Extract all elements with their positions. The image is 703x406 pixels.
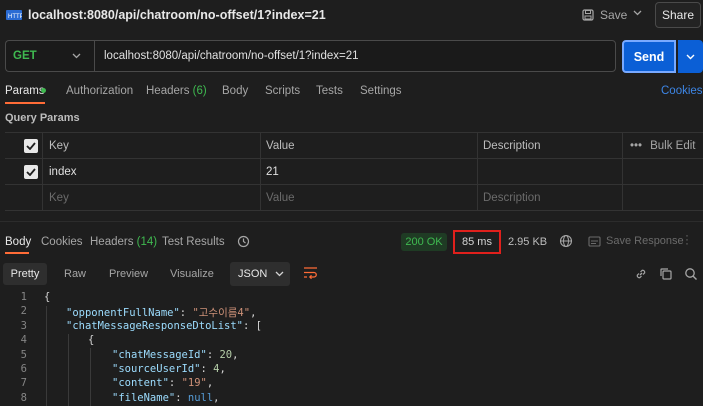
- tab-headers-count: (6): [192, 85, 207, 97]
- response-headers-label: Headers: [90, 236, 134, 248]
- divider: [0, 221, 703, 222]
- line-number: 6: [20, 363, 27, 375]
- code-line: 1 {: [0, 291, 703, 305]
- tab-tests[interactable]: Tests: [316, 85, 343, 97]
- code-text: "content": "19",: [112, 377, 214, 390]
- send-options-button[interactable]: [678, 40, 703, 73]
- code-line: 4 {: [0, 334, 703, 348]
- code-text: {: [44, 291, 51, 303]
- param-value[interactable]: 21: [266, 159, 279, 185]
- search-icon[interactable]: [684, 267, 698, 281]
- line-number: 8: [20, 391, 27, 404]
- line-number: 5: [20, 348, 27, 361]
- history-icon[interactable]: [237, 235, 250, 248]
- url-value: localhost:8080/api/chatroom/no-offset/1?…: [104, 50, 359, 62]
- code-text: "opponentFullName": "고수이름4",: [66, 307, 257, 320]
- more-icon: •••: [630, 140, 643, 152]
- new-key-input[interactable]: Key: [49, 185, 69, 211]
- tab-body[interactable]: Body: [222, 85, 248, 97]
- code-line: 2 "opponentFullName": "고수이름4",: [0, 305, 703, 319]
- code-text: "sourceUserId": 4,: [112, 363, 226, 375]
- format-visualize[interactable]: Visualize: [170, 268, 214, 280]
- table-row-empty: Key Value Description: [5, 185, 703, 211]
- language-select[interactable]: JSON: [230, 262, 290, 286]
- language-label: JSON: [238, 268, 268, 280]
- response-tab-cookies[interactable]: Cookies: [41, 236, 83, 248]
- response-size[interactable]: 2.95 KB: [508, 236, 547, 248]
- code-text: "fileName": null,: [112, 391, 220, 404]
- table-header-row: Key Value Description ••• Bulk Edit: [5, 133, 703, 159]
- column-key: Key: [49, 140, 69, 152]
- new-value-input[interactable]: Value: [266, 185, 295, 211]
- bulk-edit-button[interactable]: ••• Bulk Edit: [630, 133, 695, 159]
- params-table: Key Value Description ••• Bulk Edit inde…: [5, 132, 703, 211]
- save-label: Save: [600, 8, 628, 22]
- format-pretty[interactable]: Pretty: [3, 263, 47, 285]
- format-raw[interactable]: Raw: [64, 268, 86, 280]
- chevron-down-icon: [686, 54, 695, 59]
- http-request-icon: HTTP: [6, 9, 22, 21]
- response-tab-headers[interactable]: Headers (14): [90, 236, 157, 248]
- response-body-viewer[interactable]: 1 { 2 "opponentFullName": "고수이름4", 3 "ch…: [0, 290, 703, 406]
- code-text: {: [88, 334, 95, 347]
- active-tab-indicator: [5, 252, 29, 254]
- response-tab-test-results[interactable]: Test Results: [162, 236, 225, 248]
- active-tab-indicator: [5, 102, 45, 104]
- send-button[interactable]: Send: [622, 40, 676, 73]
- save-response-button[interactable]: Save Response: [588, 235, 684, 247]
- request-tab-title[interactable]: localhost:8080/api/chatroom/no-offset/1?…: [28, 8, 326, 22]
- column-value: Value: [266, 140, 295, 152]
- chevron-down-icon: [275, 271, 284, 277]
- select-all-checkbox[interactable]: [24, 133, 38, 159]
- param-key[interactable]: index: [49, 159, 77, 185]
- bulk-edit-label: Bulk Edit: [650, 140, 696, 152]
- code-line: 6 "sourceUserId": 4,: [0, 363, 703, 377]
- code-text: "chatMessageResponseDtoList": [: [66, 319, 262, 332]
- response-headers-count: (14): [136, 236, 158, 248]
- tab-params[interactable]: Params: [5, 85, 45, 97]
- globe-icon[interactable]: [559, 234, 573, 248]
- svg-text:HTTP: HTTP: [8, 14, 22, 20]
- save-response-icon: [588, 235, 601, 247]
- tab-settings[interactable]: Settings: [360, 85, 402, 97]
- format-preview[interactable]: Preview: [109, 268, 148, 280]
- query-params-heading: Query Params: [5, 112, 80, 124]
- method-label: GET: [13, 50, 37, 62]
- code-line: 3 "chatMessageResponseDtoList": [: [0, 320, 703, 334]
- wrap-lines-icon[interactable]: [303, 266, 318, 280]
- tab-scripts[interactable]: Scripts: [265, 85, 300, 97]
- line-number: 3: [20, 319, 27, 332]
- chevron-down-icon[interactable]: [633, 10, 642, 16]
- status-badge[interactable]: 200 OK: [401, 233, 447, 251]
- response-time[interactable]: 85 ms: [453, 230, 501, 254]
- chevron-down-icon: [72, 53, 81, 59]
- more-options-icon[interactable]: · · ·: [685, 229, 689, 249]
- new-description-input[interactable]: Description: [483, 185, 541, 211]
- tab-headers[interactable]: Headers (6): [146, 85, 207, 97]
- line-number: 2: [20, 305, 27, 318]
- code-line: 5 "chatMessageId": 20,: [0, 349, 703, 363]
- save-response-label: Save Response: [606, 235, 684, 247]
- tab-headers-label: Headers: [146, 85, 190, 97]
- share-button[interactable]: Share: [655, 2, 701, 28]
- tab-authorization[interactable]: Authorization: [66, 85, 133, 97]
- response-tab-body[interactable]: Body: [5, 236, 31, 248]
- save-icon: [582, 9, 594, 21]
- copy-icon[interactable]: [659, 267, 673, 281]
- cookies-link[interactable]: Cookies: [661, 85, 703, 97]
- table-row: index 21: [5, 159, 703, 185]
- column-description: Description: [483, 140, 541, 152]
- row-checkbox[interactable]: [24, 159, 38, 185]
- code-text: "chatMessageId": 20,: [112, 348, 239, 361]
- params-active-dot: [41, 88, 46, 93]
- line-number: 1: [20, 291, 27, 303]
- code-line: 7 "content": "19",: [0, 377, 703, 391]
- code-line: 8 "fileName": null,: [0, 392, 703, 406]
- line-number: 7: [20, 377, 27, 390]
- line-number: 4: [20, 334, 27, 347]
- link-icon[interactable]: [634, 267, 648, 281]
